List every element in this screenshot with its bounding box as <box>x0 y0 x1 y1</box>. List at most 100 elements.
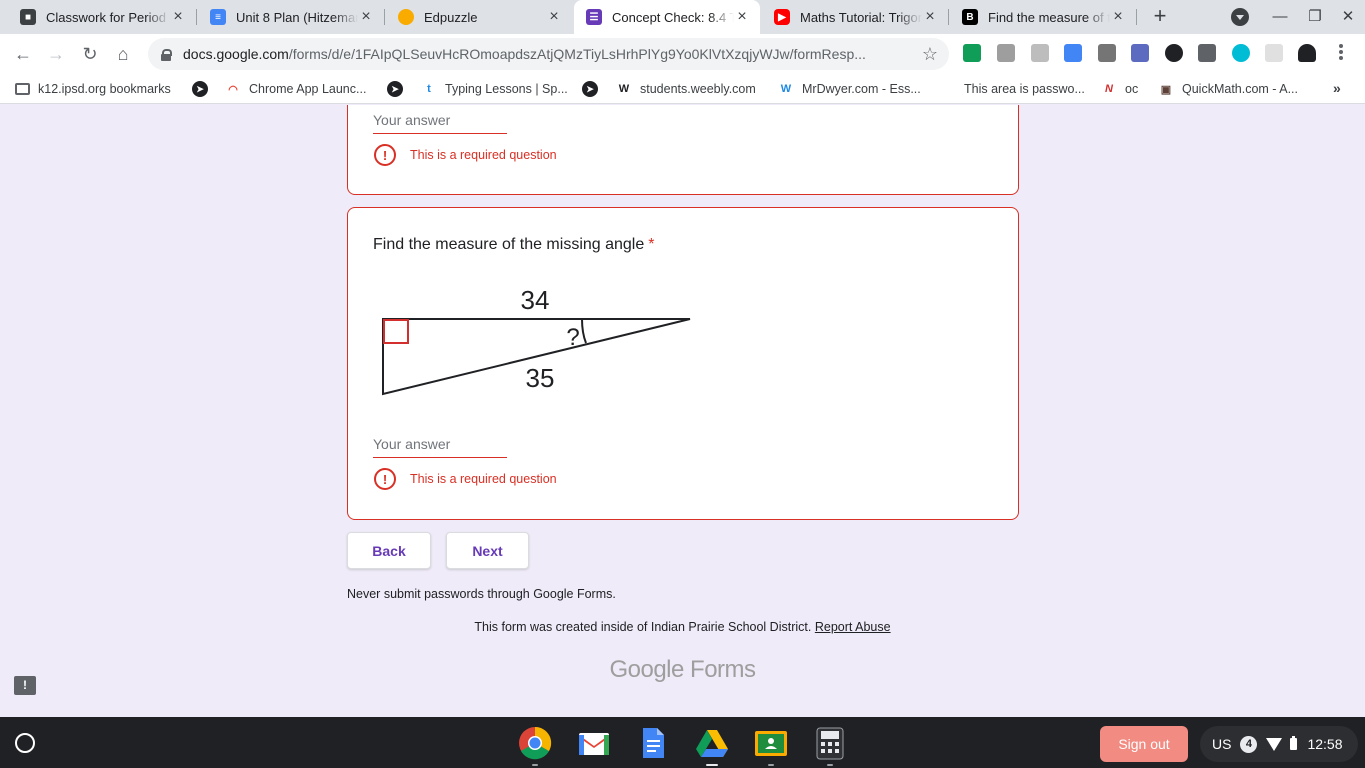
next-button[interactable]: Next <box>446 532 529 569</box>
gmail-logo <box>579 733 609 755</box>
back-button[interactable]: Back <box>347 532 431 569</box>
forms-icon: ☰ <box>586 9 602 25</box>
forward-arrow-icon[interactable]: → <box>44 42 68 66</box>
classroom-icon[interactable] <box>754 726 788 766</box>
bookmark-label: students.weebly.com <box>640 82 756 96</box>
l-ext-icon[interactable] <box>1198 44 1216 62</box>
extension-icon[interactable] <box>1098 44 1116 62</box>
answer-input[interactable] <box>373 430 507 458</box>
chromeos-shelf: Sign out US 4 12:58 <box>0 717 1365 768</box>
tab-concept-check[interactable]: ☰ Concept Check: 8.4 T × <box>574 0 760 34</box>
tab-separator <box>948 9 949 25</box>
calculator-icon[interactable] <box>813 726 847 766</box>
drive-icon[interactable] <box>695 726 729 766</box>
wifi-icon <box>1266 737 1283 751</box>
docs-logo <box>643 728 664 758</box>
netflix-n-icon: N <box>1105 83 1113 95</box>
bookmarks-overflow-icon[interactable]: » <box>1333 80 1341 96</box>
launcher-icon[interactable] <box>15 733 35 753</box>
w-icon: W <box>780 83 792 95</box>
bookmark-label: MrDwyer.com - Ess... <box>802 82 921 96</box>
kebab-menu-icon[interactable] <box>1333 42 1349 64</box>
google-forms-logo: Google Forms <box>609 656 756 683</box>
tab-separator <box>1136 9 1137 25</box>
tab-title: Find the measure of t <box>988 9 1110 25</box>
error-exclamation-icon: ! <box>374 144 396 166</box>
running-indicator <box>706 764 718 766</box>
chrome-logo <box>519 726 552 760</box>
angle-question-mark: ? <box>566 324 579 351</box>
battery-icon <box>1290 736 1298 750</box>
previous-answer-input[interactable] <box>373 106 507 134</box>
running-indicator <box>768 764 774 766</box>
bookmark-star-icon[interactable]: ☆ <box>919 44 941 65</box>
feedback-icon[interactable]: ! <box>14 676 36 695</box>
bookmark-students-weebly[interactable]: W students.weebly.com <box>616 80 756 98</box>
bookmark-typing-lessons[interactable]: t Typing Lessons | Sp... <box>421 80 568 98</box>
form-page: ! This is a required question Find the m… <box>0 105 1365 717</box>
required-error-message: ! This is a required question <box>374 468 557 490</box>
close-tab-icon[interactable]: × <box>546 9 562 25</box>
folder-icon <box>15 83 30 95</box>
bookmark-mrdwyer[interactable]: W MrDwyer.com - Ess... <box>778 80 921 98</box>
classroom-ext-icon[interactable] <box>963 44 981 62</box>
running-indicator <box>532 764 538 766</box>
gmail-icon[interactable] <box>577 726 611 760</box>
reload-icon[interactable]: ↻ <box>78 42 102 66</box>
pdf-ext-icon[interactable] <box>1131 44 1149 62</box>
translate-ext-icon[interactable] <box>1064 44 1082 62</box>
classroom-logo <box>755 731 787 756</box>
status-tray[interactable]: US 4 12:58 <box>1200 726 1358 762</box>
tab-find-measure[interactable]: B Find the measure of t × <box>950 0 1136 34</box>
bookmark-quickmath[interactable]: ▣ QuickMath.com - A... <box>1158 80 1298 98</box>
extension-icon[interactable] <box>997 44 1015 62</box>
tab-unit-8-plan[interactable]: ≡ Unit 8 Plan (Hitzeman × <box>198 0 384 34</box>
close-tab-icon[interactable]: × <box>734 9 750 25</box>
sign-out-button[interactable]: Sign out <box>1100 726 1188 762</box>
puzzle-icon[interactable] <box>1298 44 1316 62</box>
extension-icon[interactable] <box>1165 44 1183 62</box>
bookmark-plane-3[interactable]: ➤ <box>582 80 606 98</box>
docs-icon[interactable] <box>636 726 670 760</box>
new-tab-plus-icon[interactable]: + <box>1150 5 1170 27</box>
tab-maths-tutorial[interactable]: ▶ Maths Tutorial: Trigon × <box>762 0 948 34</box>
required-error-message: ! This is a required question <box>374 144 557 166</box>
bookmark-label: k12.ipsd.org bookmarks <box>38 82 171 96</box>
close-tab-icon[interactable]: × <box>358 9 374 25</box>
tab-separator <box>196 9 197 25</box>
paper-plane-icon: ➤ <box>192 81 208 97</box>
home-icon[interactable]: ⌂ <box>111 42 135 66</box>
tab-title: Concept Check: 8.4 T <box>612 9 734 25</box>
bookmark-oc[interactable]: N oc <box>1101 80 1138 98</box>
bookmark-k12-folder[interactable]: k12.ipsd.org bookmarks <box>15 80 171 98</box>
triangle-figure: 34 35 ? <box>382 285 691 396</box>
bookmark-password-area[interactable]: This area is passwo... <box>964 80 1085 98</box>
tab-title: Edpuzzle <box>424 9 478 25</box>
close-window-icon[interactable]: ✕ <box>1339 8 1357 26</box>
cube-icon: ▣ <box>1160 83 1172 96</box>
minimize-icon[interactable]: — <box>1271 8 1289 26</box>
b-ext-icon[interactable] <box>1265 44 1283 62</box>
restore-icon[interactable]: ❐ <box>1306 8 1324 26</box>
bookmark-plane-2[interactable]: ➤ <box>387 80 411 98</box>
extension-icon[interactable] <box>1232 44 1250 62</box>
address-bar[interactable]: docs.google.com/forms/d/e/1FAIpQLSeuvHcR… <box>148 38 949 70</box>
report-abuse-link[interactable]: Report Abuse <box>815 620 891 634</box>
bookmark-label: Typing Lessons | Sp... <box>445 82 568 96</box>
back-arrow-icon[interactable]: ← <box>11 42 35 66</box>
extension-icon[interactable] <box>1031 44 1049 62</box>
bookmark-chrome-app-launcher[interactable]: ◠ Chrome App Launc... <box>225 80 366 98</box>
close-tab-icon[interactable]: × <box>1110 9 1126 25</box>
question-card: Find the measure of the missing angle * 3… <box>347 207 1019 520</box>
right-angle-marker <box>383 319 409 344</box>
tab-edpuzzle[interactable]: Edpuzzle × <box>386 0 572 34</box>
close-tab-icon[interactable]: × <box>922 9 938 25</box>
url-text[interactable]: docs.google.com/forms/d/e/1FAIpQLSeuvHcR… <box>183 46 919 62</box>
bookmark-plane-1[interactable]: ➤ <box>192 80 216 98</box>
close-tab-icon[interactable]: × <box>170 9 186 25</box>
weebly-icon: W <box>618 83 630 95</box>
tab-search-icon[interactable] <box>1231 8 1249 26</box>
chrome-icon[interactable] <box>518 726 552 766</box>
password-warning: Never submit passwords through Google Fo… <box>347 587 616 601</box>
tab-classwork[interactable]: ■ Classwork for Period × <box>8 0 196 34</box>
